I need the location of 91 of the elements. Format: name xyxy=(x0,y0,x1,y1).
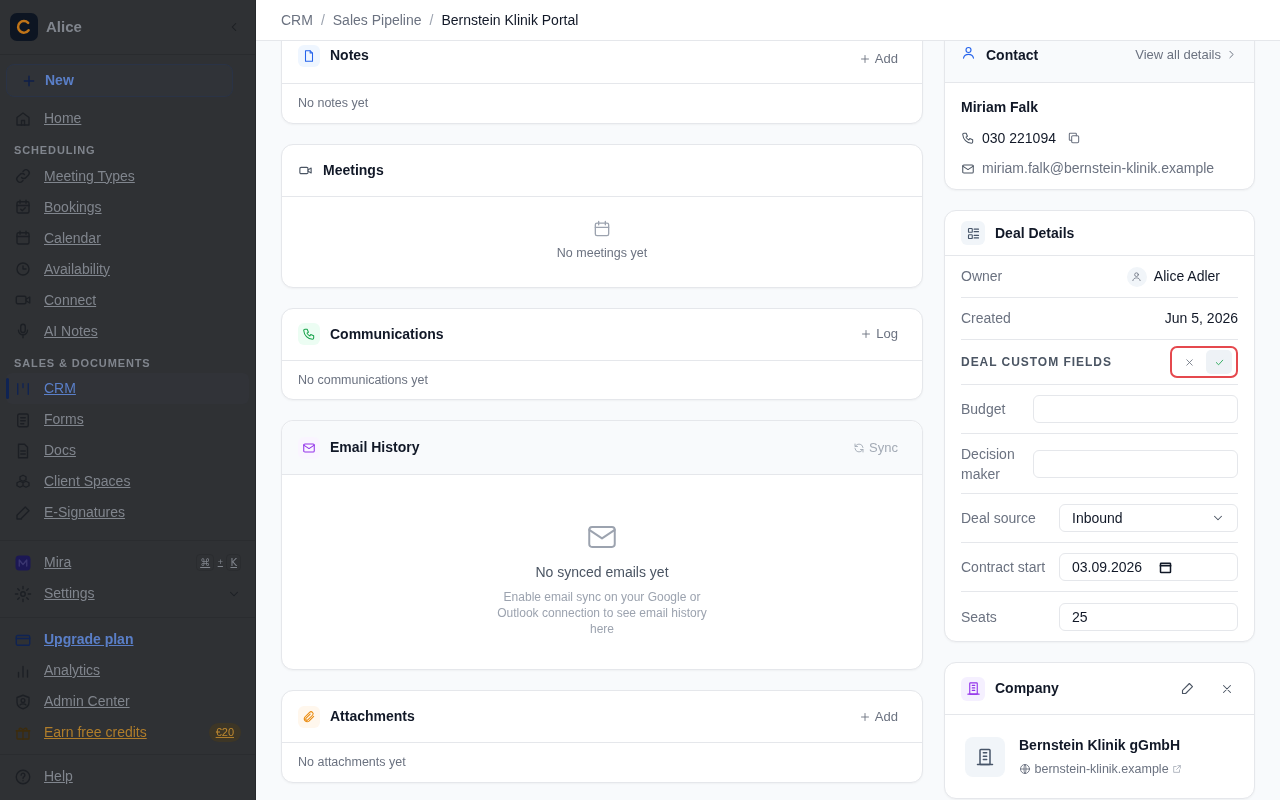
panel-title: Attachments xyxy=(330,707,415,727)
panel-title: Email History xyxy=(330,438,420,458)
select-field[interactable]: Inbound xyxy=(1059,504,1238,532)
field-label: Contract start xyxy=(961,558,1047,577)
action-button[interactable]: Add xyxy=(850,45,906,73)
plus-icon xyxy=(858,710,871,723)
website-link[interactable]: bernstein-klinik.example xyxy=(1034,759,1169,779)
sidebar-item[interactable]: Home xyxy=(6,103,249,134)
section-heading: DEAL CUSTOM FIELDS xyxy=(961,354,1112,371)
building-icon xyxy=(975,746,995,767)
company-name: Bernstein Klinik gGmbH xyxy=(1019,736,1182,755)
pencil-icon xyxy=(1180,681,1195,696)
empty-message: No notes yet xyxy=(297,95,370,112)
contact-name: Miriam Falk xyxy=(961,98,1040,117)
copy-icon xyxy=(1066,131,1081,145)
view-details-link[interactable]: View all details xyxy=(1135,45,1238,65)
date-value: 03.09.2026 xyxy=(1072,557,1143,577)
panel-title: Contact xyxy=(986,46,1039,65)
empty-message: No attachments yet xyxy=(297,754,407,772)
field-label: Seats xyxy=(961,607,998,627)
empty-message: No communications yet xyxy=(297,371,429,389)
breadcrumb-link[interactable]: Sales Pipeline xyxy=(332,9,422,31)
input-field[interactable] xyxy=(1033,395,1238,423)
input-field[interactable]: 25 xyxy=(1059,602,1238,631)
sidebar-item[interactable]: Client Spaces xyxy=(6,466,249,497)
key-cap: K xyxy=(226,554,241,571)
sidebar-item[interactable]: AI Notes xyxy=(6,315,249,347)
date-field[interactable]: 03.09.2026 xyxy=(1059,553,1238,581)
close-icon xyxy=(1183,356,1195,368)
select-value: Inbound xyxy=(1072,508,1123,528)
field-label: Deal source xyxy=(961,509,1037,528)
panel-title: Communications xyxy=(330,324,444,344)
confirm-button[interactable] xyxy=(1206,350,1232,374)
sidebar-item[interactable]: Forms xyxy=(6,404,249,435)
sidebar-section-heading: SCHEDULING xyxy=(13,143,97,158)
sidebar-item[interactable]: Availability xyxy=(6,253,249,285)
field-label: Budget xyxy=(961,400,1007,419)
building-icon xyxy=(965,681,981,696)
sidebar-item[interactable]: Docs xyxy=(6,435,249,466)
person-icon xyxy=(961,45,976,60)
sidebar-section-heading: SALES & DOCUMENTS xyxy=(13,355,152,371)
person-icon xyxy=(1131,271,1143,282)
globe-icon xyxy=(1019,762,1031,775)
field-label: Decision maker xyxy=(961,444,1016,484)
panel-title: Deal Details xyxy=(995,223,1075,243)
sidebar-item[interactable]: Analytics xyxy=(6,655,249,686)
sidebar-item[interactable]: Help xyxy=(6,761,249,792)
upgrade-link[interactable]: Upgrade plan xyxy=(6,624,249,655)
new-button[interactable]: New xyxy=(6,64,233,97)
assistant-logo-icon xyxy=(14,553,32,572)
breadcrumb-separator: / xyxy=(429,10,434,30)
settings-item[interactable]: Settings xyxy=(6,578,249,609)
calendar-icon xyxy=(1158,559,1174,575)
mail-icon xyxy=(961,161,975,176)
panel-title: Notes xyxy=(330,46,369,65)
plus-sign: + xyxy=(217,555,223,569)
empty-hint: Enable email sync on your Google or Outlook connection to see email history here xyxy=(496,589,708,638)
input-field[interactable] xyxy=(1033,449,1238,478)
sidebar-item[interactable]: Connect xyxy=(6,284,249,316)
sidebar-item[interactable]: Bookings xyxy=(6,191,249,223)
calendar-icon xyxy=(592,218,612,239)
sidebar-item[interactable]: Meeting Types xyxy=(6,160,249,192)
breadcrumb-current: Bernstein Klinik Portal xyxy=(441,10,579,30)
phone-icon xyxy=(961,131,975,145)
field-label: Created xyxy=(961,309,1012,328)
plus-icon xyxy=(858,52,871,65)
assistant-item[interactable]: Mira ⌘ + K xyxy=(6,547,249,578)
sidebar-item[interactable]: Calendar xyxy=(6,222,249,254)
empty-message: No meetings yet xyxy=(556,244,648,262)
action-button[interactable]: Log xyxy=(852,320,906,348)
field-label: Owner xyxy=(961,267,1004,286)
sidebar-item[interactable]: Earn free credits €20 xyxy=(6,717,249,748)
empty-title: No synced emails yet xyxy=(535,563,669,583)
breadcrumb-link[interactable]: CRM xyxy=(281,9,313,31)
panel-title: Company xyxy=(995,679,1059,698)
phone-number: 030 221094 xyxy=(982,128,1056,148)
sidebar-item[interactable]: Admin Center xyxy=(6,686,249,717)
sidebar-item[interactable]: E-Signatures xyxy=(6,497,249,528)
panel-title: Meetings xyxy=(323,160,384,180)
breadcrumb-separator: / xyxy=(320,10,325,30)
field-value: Alice Adler xyxy=(1153,267,1220,286)
credit-badge: €20 xyxy=(208,723,241,742)
external-link-icon xyxy=(1172,763,1183,774)
field-value: Jun 5, 2026 xyxy=(1164,309,1238,328)
sidebar-item[interactable]: CRM xyxy=(6,373,249,404)
email-link[interactable]: miriam.falk@bernstein-klinik.example xyxy=(982,158,1215,179)
key-cap: ⌘ xyxy=(196,554,215,571)
workspace-name: Alice xyxy=(46,16,83,37)
plus-icon xyxy=(860,328,873,340)
sync-icon xyxy=(853,441,866,454)
action-button[interactable]: Add xyxy=(850,703,906,731)
